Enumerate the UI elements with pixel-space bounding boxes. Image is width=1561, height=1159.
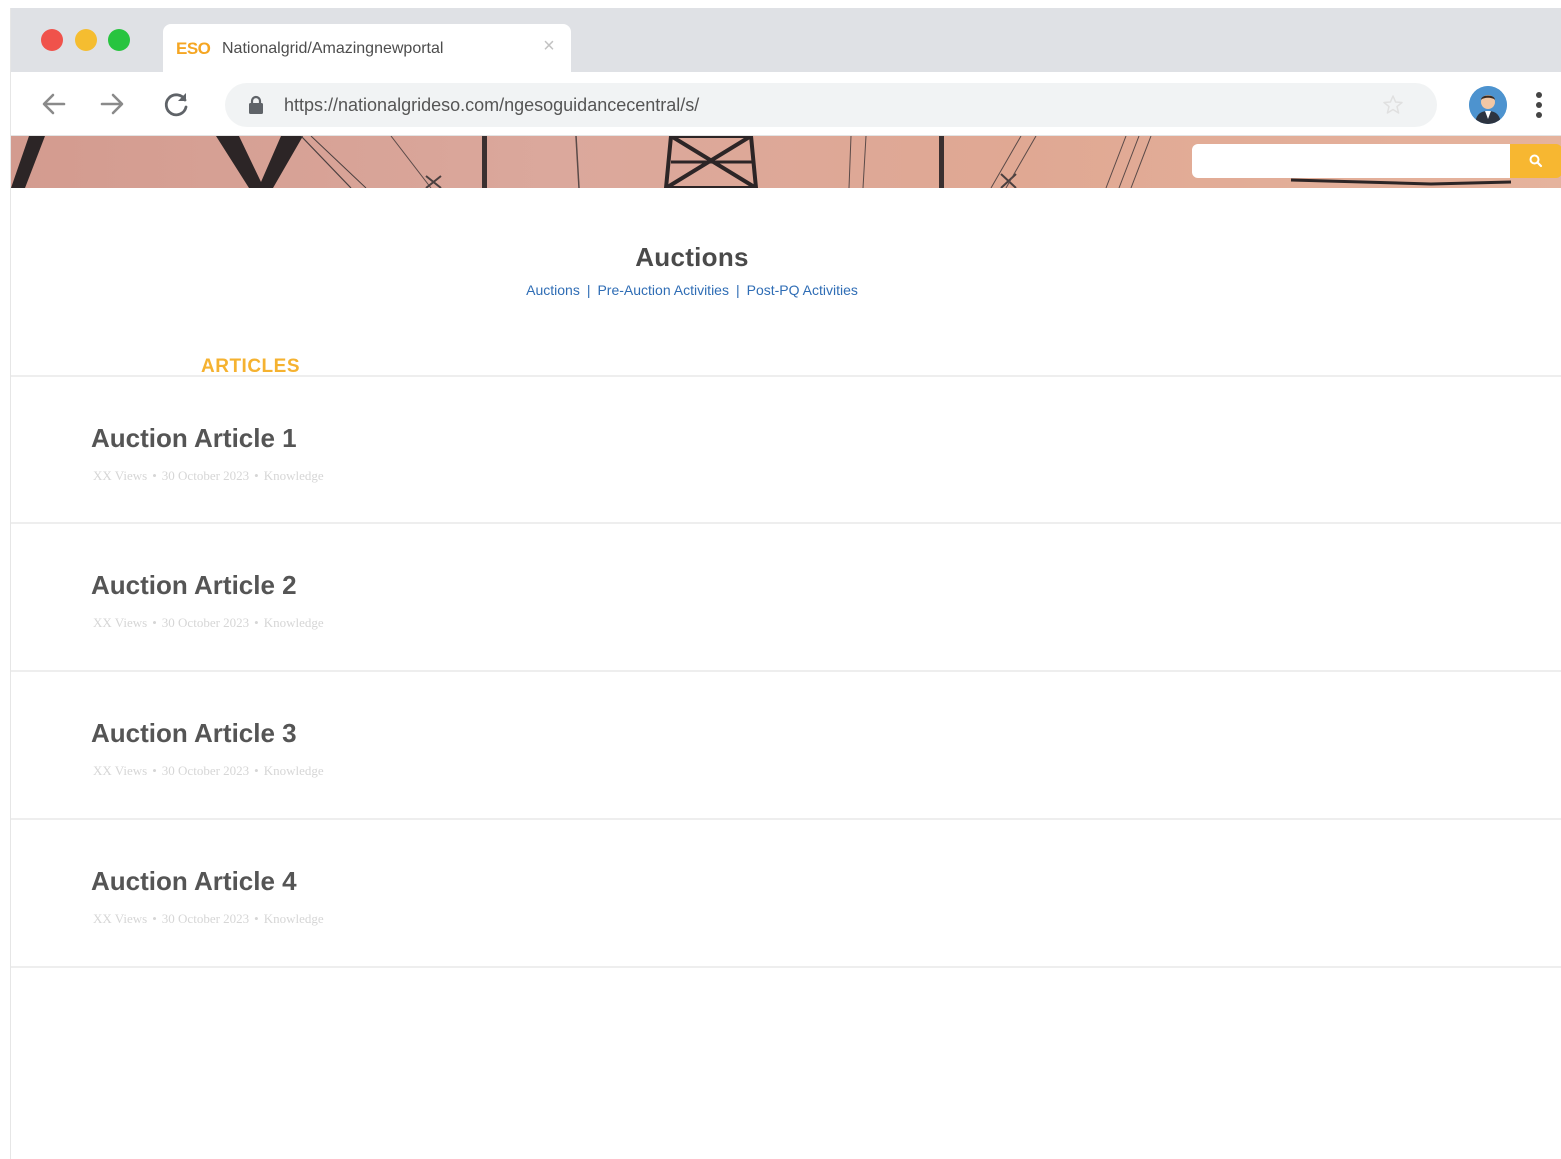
article-views: XX Views: [93, 468, 148, 483]
article-title[interactable]: Auction Article 4: [91, 866, 297, 897]
star-icon[interactable]: [1381, 93, 1405, 117]
tab-title: Nationalgrid/Amazingnewportal: [222, 40, 444, 57]
article-views: XX Views: [93, 911, 148, 926]
forward-button[interactable]: [95, 87, 129, 121]
profile-avatar[interactable]: [1469, 86, 1507, 124]
search-button[interactable]: [1510, 144, 1561, 178]
meta-separator: •: [152, 763, 157, 778]
breadcrumb-separator: |: [735, 282, 740, 298]
article-title[interactable]: Auction Article 2: [91, 570, 297, 601]
search-icon: [1529, 154, 1543, 168]
arrow-left-icon: [42, 93, 66, 115]
lock-icon: [249, 95, 263, 114]
breadcrumb-link-post-pq-activities[interactable]: Post-PQ Activities: [747, 282, 858, 298]
hero-banner: [11, 136, 1561, 188]
browser-window: ESO Nationalgrid/Amazingnewportal × http…: [10, 8, 1561, 1159]
article-item[interactable]: Auction Article 4 XX Views • 30 October 20…: [11, 820, 1561, 966]
article-type: Knowledge: [263, 615, 324, 630]
tab-strip: ESO Nationalgrid/Amazingnewportal ×: [11, 8, 1561, 72]
browser-tab[interactable]: ESO Nationalgrid/Amazingnewportal ×: [163, 24, 571, 72]
article-type: Knowledge: [263, 763, 324, 778]
maximize-window-button[interactable]: [108, 29, 130, 51]
tab-close-icon[interactable]: ×: [539, 36, 559, 56]
divider: [11, 966, 1561, 968]
article-views: XX Views: [93, 615, 148, 630]
article-item[interactable]: Auction Article 1 XX Views • 30 October 20…: [11, 377, 1561, 523]
minimize-window-button[interactable]: [75, 29, 97, 51]
article-title[interactable]: Auction Article 3: [91, 718, 297, 749]
article-meta: XX Views • 30 October 2023 • Knowledge: [93, 763, 324, 779]
breadcrumb: Auctions | Pre-Auction Activities | Post-PQ …: [11, 282, 1373, 298]
breadcrumb-separator: |: [586, 282, 591, 298]
vertical-dots-icon[interactable]: [1527, 88, 1551, 122]
article-date: 30 October 2023: [161, 615, 250, 630]
article-type: Knowledge: [263, 468, 324, 483]
user-avatar-icon: [1469, 86, 1507, 124]
browser-toolbar: https://nationalgrideso.com/ngesoguidanc…: [11, 72, 1561, 136]
article-meta: XX Views • 30 October 2023 • Knowledge: [93, 468, 324, 484]
search-input[interactable]: [1192, 144, 1510, 178]
article-type: Knowledge: [263, 911, 324, 926]
reload-icon: [164, 93, 188, 117]
article-views: XX Views: [93, 763, 148, 778]
url-text[interactable]: https://nationalgrideso.com/ngesoguidanc…: [284, 95, 699, 116]
meta-separator: •: [254, 911, 259, 926]
article-title[interactable]: Auction Article 1: [91, 423, 297, 454]
meta-separator: •: [254, 468, 259, 483]
eso-logo-icon: ESO: [176, 39, 211, 58]
close-window-button[interactable]: [41, 29, 63, 51]
meta-separator: •: [254, 615, 259, 630]
meta-separator: •: [152, 615, 157, 630]
article-item[interactable]: Auction Article 2 XX Views • 30 October 20…: [11, 524, 1561, 670]
article-date: 30 October 2023: [161, 468, 250, 483]
arrow-right-icon: [100, 93, 124, 115]
page-title: Auctions: [635, 242, 749, 272]
article-date: 30 October 2023: [161, 763, 250, 778]
breadcrumb-link-auctions[interactable]: Auctions: [526, 282, 580, 298]
back-button[interactable]: [37, 87, 71, 121]
article-date: 30 October 2023: [161, 911, 250, 926]
reload-button[interactable]: [159, 87, 193, 121]
article-meta: XX Views • 30 October 2023 • Knowledge: [93, 615, 324, 631]
meta-separator: •: [152, 911, 157, 926]
article-item[interactable]: Auction Article 3 XX Views • 30 October 20…: [11, 672, 1561, 818]
breadcrumb-link-pre-auction-activities[interactable]: Pre-Auction Activities: [597, 282, 729, 298]
address-bar[interactable]: https://nationalgrideso.com/ngesoguidanc…: [225, 83, 1437, 127]
article-meta: XX Views • 30 October 2023 • Knowledge: [93, 911, 324, 927]
meta-separator: •: [152, 468, 157, 483]
meta-separator: •: [254, 763, 259, 778]
